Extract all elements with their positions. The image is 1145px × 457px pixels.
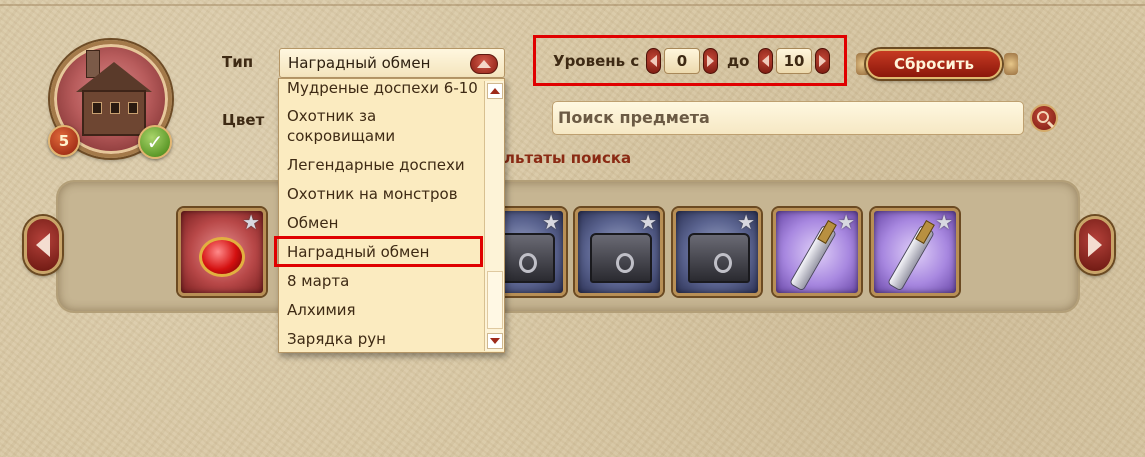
level-to-decrease-icon[interactable] [758,48,773,74]
results-label: льтаты поиска [504,149,632,167]
star-icon: ★ [542,210,560,234]
scroll-thumb[interactable] [487,271,503,329]
dropdown-option[interactable]: Обмен [287,213,482,233]
star-icon: ★ [737,210,755,234]
window-icon [92,102,102,114]
type-dropdown-list: Мудреные доспехи 6-10 Охотник за сокрови… [278,78,505,353]
item-slot-dagger[interactable]: ★ [773,208,861,296]
scroll-up-icon[interactable] [487,83,503,99]
star-icon: ★ [837,210,855,234]
level-to-label: до [727,52,750,70]
chest-icon [590,233,652,283]
level-from-decrease-icon[interactable] [646,48,661,74]
type-label: Тип [222,53,254,71]
house-icon [82,90,146,136]
top-divider [0,4,1145,6]
dropdown-option[interactable]: Охотник на монстров [287,184,482,204]
color-label: Цвет [222,111,265,129]
selected-option-highlight [274,236,483,267]
prev-page-icon[interactable] [24,216,62,274]
item-slot-iron-chest[interactable]: ★ [575,208,663,296]
item-slot-iron-chest[interactable]: ★ [673,208,761,296]
level-badge: 5 [48,125,80,157]
dropdown-toggle-icon[interactable] [470,54,498,74]
roof-icon [76,62,152,92]
level-to-value[interactable]: 10 [776,48,812,74]
search-icon[interactable] [1030,104,1058,132]
check-icon: ✓ [138,125,172,159]
item-slot-dagger[interactable]: ★ [871,208,959,296]
dropdown-scrollbar[interactable] [484,81,504,351]
dropdown-option[interactable]: Алхимия [287,300,482,320]
star-icon: ★ [935,210,953,234]
star-icon: ★ [639,210,657,234]
window-icon [128,102,138,114]
reset-button[interactable]: Сбросить [866,49,1002,79]
star-icon: ★ [242,210,260,234]
dropdown-option[interactable]: 8 марта [287,271,482,291]
item-slot-ruby-amulet[interactable]: ★ [178,208,266,296]
level-from-value[interactable]: 0 [664,48,700,74]
ruby-amulet-icon [199,237,245,277]
dropdown-option[interactable]: Легендарные доспехи [287,155,482,175]
level-from-label: Уровень с [553,52,640,70]
level-to-increase-icon[interactable] [815,48,830,74]
level-from-increase-icon[interactable] [703,48,718,74]
dropdown-option[interactable]: Зарядка рун [287,329,482,349]
scroll-down-icon[interactable] [487,333,503,349]
dropdown-option[interactable]: Охотник за сокровищами [287,106,482,146]
dropdown-option[interactable]: Мудреные доспехи 6-10 [287,79,482,98]
window-icon [110,102,120,114]
ornament-right [1004,53,1018,75]
chest-icon [688,233,750,283]
search-input[interactable]: Поиск предмета [552,101,1024,135]
next-page-icon[interactable] [1076,216,1114,274]
